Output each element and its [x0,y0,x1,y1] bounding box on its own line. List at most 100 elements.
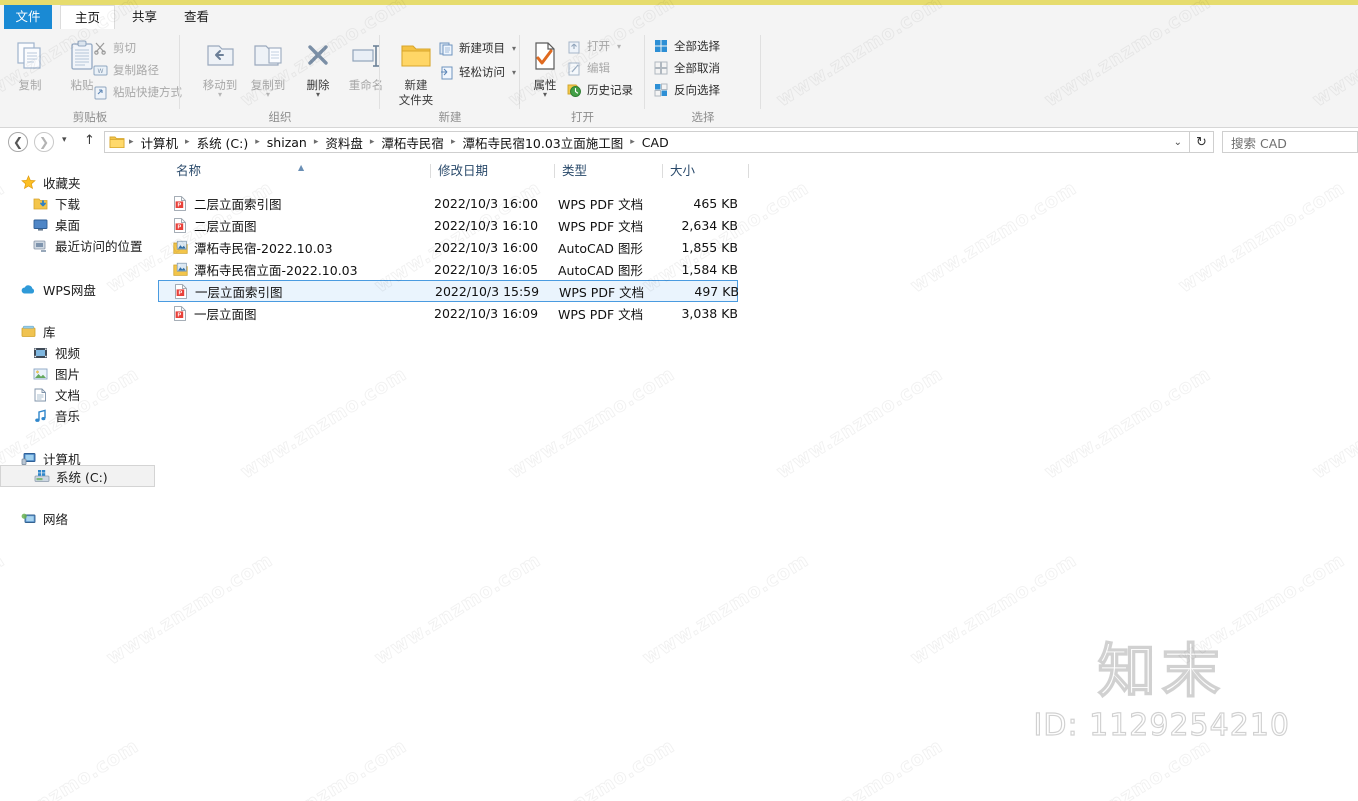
file-explorer-window: 文件 主页 共享 查看 复制 粘贴 剪切 W 复制路径 粘贴快捷方式 剪贴板 移… [0,0,1358,801]
downloads-folder-icon [32,195,49,212]
column-header-date[interactable]: 修改日期 [438,160,488,182]
tab-home[interactable]: 主页 [60,5,116,30]
tab-view[interactable]: 查看 [170,5,223,29]
breadcrumb[interactable]: ▸ 计算机 ▸ 系统 (C:) ▸ shizan ▸ 资料盘 ▸ 潭柘寺民宿 ▸… [104,131,1190,153]
tab-file[interactable]: 文件 [4,5,52,29]
open-label: 打开 [587,39,610,53]
properties-button[interactable]: 属性 ▾ [524,35,566,99]
file-name: 一层立面图 [194,307,257,322]
sidebar-item-downloads[interactable]: 下载 [32,193,80,214]
breadcrumb-item-3[interactable]: 资料盘 [322,133,366,152]
move-to-button[interactable]: 移动到 ▾ [194,35,246,99]
file-type: WPS PDF 文档 [558,197,644,212]
cut-button[interactable]: 剪切 [92,37,136,59]
ribbon-group-select-label: 选择 [691,110,715,124]
sidebar-item-drive-c[interactable]: 系统 (C:) [0,465,155,487]
breadcrumb-item-0[interactable]: 计算机 [138,133,182,152]
file-type: AutoCAD 图形 [558,241,643,256]
breadcrumb-item-5[interactable]: 潭柘寺民宿10.03立面施工图 [459,133,626,152]
sidebar-item-libraries[interactable]: 库 [20,321,56,342]
history-button[interactable]: 历史记录 [566,79,633,101]
easy-access-button[interactable]: 轻松访问 ▾ [438,61,516,83]
edit-label: 编辑 [587,61,610,75]
table-row[interactable]: P 一层立面图 2022/10/3 16:09 WPS PDF 文档 3,038… [158,303,738,324]
breadcrumb-item-1[interactable]: 系统 (C:) [194,133,252,152]
copy-to-button[interactable]: 复制到 ▾ [242,35,294,99]
paste-shortcut-button[interactable]: 粘贴快捷方式 [92,81,182,103]
back-button[interactable]: ❮ [8,132,28,152]
column-header-type[interactable]: 类型 [562,160,587,182]
edit-pencil-icon [566,60,582,76]
ribbon: 复制 粘贴 剪切 W 复制路径 粘贴快捷方式 剪贴板 移动到 ▾ 复制到 ▾ 删… [0,29,1358,128]
column-divider[interactable] [662,164,663,178]
breadcrumb-item-4[interactable]: 潭柘寺民宿 [378,133,447,152]
invert-selection-button[interactable]: 反向选择 [653,79,720,101]
refresh-button[interactable]: ↻ [1190,131,1214,153]
select-all-button[interactable]: 全部选择 [653,35,720,57]
copy-button[interactable]: 复制 [4,35,56,92]
recent-locations-button[interactable]: ▾ [62,135,67,145]
file-date: 2022/10/3 16:05 [434,262,539,277]
sidebar-item-network[interactable]: 网络 [20,508,68,529]
sidebar-label: 系统 (C:) [56,469,108,485]
navigation-pane: 收藏夹 下载 桌面 最近访问的位置 WPS网盘 库 视频 图片 文档 音乐 计算… [0,160,158,801]
easy-access-caret-icon[interactable]: ▾ [512,68,516,77]
sidebar-item-music[interactable]: 音乐 [32,405,80,426]
open-button[interactable]: 打开 ▾ [566,35,621,57]
paste-shortcut-label: 粘贴快捷方式 [113,85,182,99]
column-header-size[interactable]: 大小 [670,160,695,182]
column-divider[interactable] [748,164,749,178]
breadcrumb-separator: ▸ [450,137,456,147]
sidebar-item-favorites[interactable]: 收藏夹 [20,172,81,193]
breadcrumb-item-6[interactable]: CAD [639,135,672,150]
forward-button[interactable]: ❯ [34,132,54,152]
sidebar-item-recent-places[interactable]: 最近访问的位置 [32,235,143,256]
pictures-icon [32,365,49,382]
new-item-button[interactable]: 新建项目 ▾ [438,37,516,59]
file-name: 潭柘寺民宿立面-2022.10.03 [194,263,358,278]
file-size: 465 KB [693,196,738,211]
table-row[interactable]: P 二层立面图 2022/10/3 16:10 WPS PDF 文档 2,634… [158,215,738,236]
sidebar-item-videos[interactable]: 视频 [32,342,80,363]
sidebar-item-documents[interactable]: 文档 [32,384,80,405]
search-input[interactable]: 搜索 CAD [1222,131,1358,153]
easy-access-icon [438,64,454,80]
table-row[interactable]: P 二层立面索引图 2022/10/3 16:00 WPS PDF 文档 465… [158,193,738,214]
column-divider[interactable] [554,164,555,178]
documents-icon [32,386,49,403]
sidebar-item-desktop[interactable]: 桌面 [32,214,80,235]
sidebar-item-pictures[interactable]: 图片 [32,363,80,384]
pdf-file-icon: P [172,218,188,234]
sidebar-label: 网络 [43,512,69,527]
file-date: 2022/10/3 16:00 [434,196,539,211]
tab-share[interactable]: 共享 [118,5,171,29]
up-button[interactable]: ↑ [84,133,95,148]
table-row-selected[interactable]: P 一层立面索引图 2022/10/3 15:59 WPS PDF 文档 497… [158,280,739,302]
column-divider[interactable] [430,164,431,178]
sidebar-item-wps-cloud[interactable]: WPS网盘 [20,279,96,300]
breadcrumb-separator: ▸ [313,137,319,147]
history-clock-icon [566,82,582,98]
cloud-icon [20,281,37,298]
sidebar-label: 视频 [55,346,81,361]
delete-button[interactable]: 删除 ▾ [292,35,344,99]
file-list-header: 名称 ▲ 修改日期 类型 大小 [158,160,1358,182]
new-item-caret-icon[interactable]: ▾ [512,44,516,53]
breadcrumb-item-2[interactable]: shizan [264,135,310,150]
copy-path-button[interactable]: W 复制路径 [92,59,159,81]
svg-text:P: P [178,203,182,209]
open-caret-icon[interactable]: ▾ [617,42,621,51]
star-icon [20,174,37,191]
column-header-name[interactable]: 名称 [176,160,201,182]
chevron-down-icon[interactable]: ⌄ [1174,137,1189,148]
breadcrumb-separator: ▸ [255,137,260,147]
select-all-label: 全部选择 [674,39,720,53]
file-size: 1,855 KB [681,240,738,255]
edit-button[interactable]: 编辑 [566,57,610,79]
table-row[interactable]: 潭柘寺民宿立面-2022.10.03 2022/10/3 16:05 AutoC… [158,259,738,280]
table-row[interactable]: 潭柘寺民宿-2022.10.03 2022/10/3 16:00 AutoCAD… [158,237,738,258]
invert-selection-icon [653,82,669,98]
select-none-button[interactable]: 全部取消 [653,57,720,79]
new-folder-button[interactable]: 新建 文件夹 [388,35,444,107]
open-icon [566,38,582,54]
